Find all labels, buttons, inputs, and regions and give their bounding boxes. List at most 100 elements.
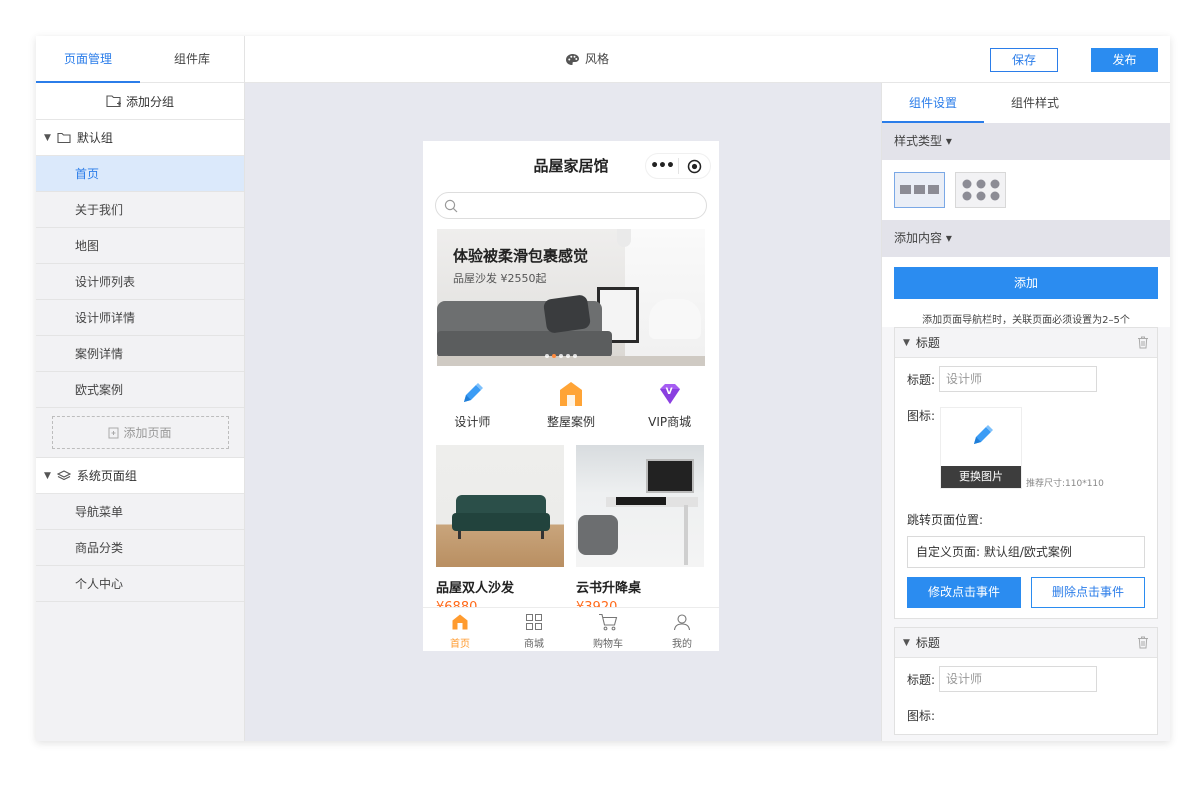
icon-field-label: 图标:: [907, 409, 936, 423]
delete-click-event-button[interactable]: 删除点击事件: [1031, 577, 1145, 608]
style-option-grid[interactable]: [955, 172, 1006, 208]
grid-icon: [526, 614, 542, 630]
product-card[interactable]: 品屋双人沙发 ¥6880: [436, 445, 564, 615]
event-buttons: 修改点击事件 删除点击事件: [907, 577, 1145, 608]
add-button[interactable]: 添加: [894, 267, 1158, 299]
nav-item-cases[interactable]: 整屋案例: [526, 379, 616, 439]
add-page-button[interactable]: 添加页面: [51, 416, 229, 449]
page-item[interactable]: 关于我们: [36, 192, 244, 228]
left-tabs: 页面管理 组件库: [36, 36, 244, 83]
banner-sofa-seat: [437, 331, 612, 357]
card-title: 标题: [915, 636, 940, 650]
tabbar-me[interactable]: 我的: [645, 608, 719, 651]
page-item[interactable]: 设计师列表: [36, 264, 244, 300]
card-title: 标题: [915, 336, 940, 350]
page-item[interactable]: 欧式案例: [36, 372, 244, 408]
add-content-header[interactable]: 添加内容 ▾: [882, 220, 1170, 257]
banner-lamp: [617, 229, 631, 247]
edit-click-event-button[interactable]: 修改点击事件: [907, 577, 1021, 608]
triangle-down-icon[interactable]: ▼: [44, 133, 51, 143]
add-group-button[interactable]: 添加分组: [36, 83, 244, 120]
right-panel: 组件设置 组件样式 样式类型 ▾ 添加内容 ▾ 添加 添加页面导航栏时，关联页面…: [881, 83, 1170, 741]
product-image-desk: [576, 445, 704, 567]
style-label: 风格: [585, 52, 610, 66]
add-page-area: 添加页面: [36, 408, 244, 458]
tabbar-cart[interactable]: 购物车: [571, 608, 645, 651]
title-field-label: 标题:: [907, 372, 936, 387]
page-item[interactable]: 首页: [36, 156, 244, 192]
tabbar-label: 商城: [524, 639, 544, 650]
tabbar-mall[interactable]: 商城: [497, 608, 571, 651]
tabbar-label: 购物车: [593, 639, 623, 650]
close-circle-icon[interactable]: [679, 159, 710, 174]
triangle-down-icon[interactable]: ▼: [44, 471, 51, 481]
nav-item-vip[interactable]: V VIP商城: [625, 379, 715, 439]
page-item[interactable]: 案例详情: [36, 336, 244, 372]
tab-component-settings[interactable]: 组件设置: [882, 83, 984, 123]
style-menu[interactable]: 风格: [565, 36, 609, 83]
recommended-size: 推荐尺寸:110*110: [1026, 479, 1104, 489]
carousel-dots: [545, 354, 577, 358]
icon-row: 图标: 更换图片 推荐尺寸:110*110: [907, 407, 1145, 489]
tabbar-label: 首页: [450, 639, 470, 650]
cart-icon: [599, 613, 618, 631]
three-blocks-icon: [899, 185, 939, 194]
group-header-default[interactable]: ▼ 默认组: [36, 120, 244, 156]
page-item[interactable]: 导航菜单: [36, 494, 244, 530]
more-icon[interactable]: •••: [646, 158, 678, 174]
nav-item-card: ▼ 标题 标题: 设计师 图标: 更换图片 推荐尺寸:110*110 跳转页面位置…: [894, 327, 1158, 619]
style-type-options: [882, 160, 1170, 220]
banner-chair: [649, 299, 701, 339]
card-body: 标题: 设计师 图标:: [895, 658, 1157, 734]
search-input[interactable]: [435, 192, 707, 219]
trash-icon[interactable]: [1137, 636, 1149, 649]
add-folder-icon: [106, 95, 121, 108]
banner-pillow: [542, 294, 592, 334]
jump-target-select[interactable]: 自定义页面: 默认组/欧式案例: [907, 536, 1145, 568]
style-option-row[interactable]: [894, 172, 945, 208]
tab-page-management[interactable]: 页面管理: [36, 36, 140, 83]
page-item[interactable]: 个人中心: [36, 566, 244, 602]
search-icon: [444, 199, 458, 212]
page-item[interactable]: 地图: [36, 228, 244, 264]
folder-icon: [57, 132, 71, 143]
publish-button[interactable]: 发布: [1091, 48, 1158, 72]
title-input[interactable]: 设计师: [939, 666, 1098, 692]
nav-icons: 设计师 整屋案例 V VIP商城: [423, 379, 719, 439]
editor-canvas: 品屋家居馆 ••• 体验被柔滑包裹感觉 品屋沙发 ¥2550起 设计师 整屋案例…: [245, 83, 881, 741]
card-body: 标题: 设计师 图标: 更换图片 推荐尺寸:110*110 跳转页面位置: 自定…: [895, 358, 1157, 618]
add-page-label: 添加页面: [123, 426, 172, 440]
card-header[interactable]: ▼ 标题: [895, 328, 1157, 358]
group-header-system[interactable]: ▼ 系统页面组: [36, 458, 244, 494]
right-tabs: 组件设置 组件样式: [882, 83, 1170, 123]
style-type-header[interactable]: 样式类型 ▾: [882, 123, 1170, 160]
banner-image[interactable]: 体验被柔滑包裹感觉 品屋沙发 ¥2550起: [437, 229, 705, 366]
triangle-down-icon: ▼: [903, 337, 910, 348]
tab-component-style[interactable]: 组件样式: [984, 83, 1086, 123]
save-button[interactable]: 保存: [990, 48, 1058, 72]
title-row: 标题: 设计师: [907, 366, 1145, 392]
page-item[interactable]: 商品分类: [36, 530, 244, 566]
nav-item-designer[interactable]: 设计师: [427, 379, 517, 439]
icon-field-label: 图标:: [907, 709, 936, 723]
tab-component-library[interactable]: 组件库: [140, 36, 244, 82]
banner-title: 体验被柔滑包裹感觉: [453, 247, 589, 265]
title-row: 标题: 设计师: [907, 666, 1145, 692]
tabbar-label: 我的: [672, 639, 692, 650]
phone-preview: 品屋家居馆 ••• 体验被柔滑包裹感觉 品屋沙发 ¥2550起 设计师 整屋案例…: [423, 141, 719, 651]
add-note: 添加页面导航栏时，关联页面必须设置为2–5个: [922, 315, 1130, 326]
tabbar-home[interactable]: 首页: [423, 608, 497, 651]
product-image-sofa: [436, 445, 564, 567]
trash-icon[interactable]: [1137, 336, 1149, 349]
page-item[interactable]: 设计师详情: [36, 300, 244, 336]
vip-badge: V: [665, 387, 673, 397]
icon-preview[interactable]: 更换图片: [940, 407, 1022, 489]
pencil-icon: [464, 383, 484, 402]
card-header[interactable]: ▼ 标题: [895, 628, 1157, 658]
group-name: 系统页面组: [76, 469, 137, 483]
title-input[interactable]: 设计师: [939, 366, 1098, 392]
change-image-button[interactable]: 更换图片: [941, 466, 1021, 488]
title-field-label: 标题:: [907, 672, 936, 687]
app-window: 页面管理 组件库 添加分组 ▼ 默认组 首页 关于我们 地图 设计师列表 设计师…: [36, 36, 1170, 741]
product-card[interactable]: 云书升降桌 ¥3920: [576, 445, 704, 615]
